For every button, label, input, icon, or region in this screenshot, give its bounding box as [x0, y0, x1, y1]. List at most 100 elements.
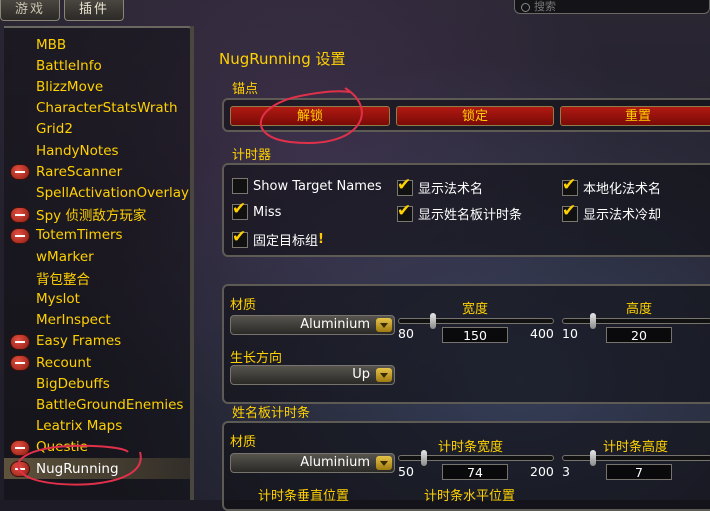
warning-icon: ! [318, 232, 324, 247]
texture2-dropdown[interactable]: Aluminium [230, 453, 395, 473]
lock-button[interactable]: 锁定 [396, 106, 554, 126]
sidebar-item[interactable]: BlizzMove [4, 76, 190, 97]
checkbox-label: 显示法术冷却 [583, 208, 662, 223]
checkbox-box[interactable] [232, 178, 248, 194]
checkbox-label: Show Target Names [253, 178, 382, 194]
tab-game[interactable]: 游戏 [0, 0, 61, 21]
checkbox-nameplate-timers[interactable]: 显示姓名板计时条 [397, 201, 522, 223]
nameplate-label: 姓名板计时条 [232, 406, 311, 421]
sidebar-item-label: BattleInfo [36, 57, 102, 74]
width-label: 宽度 [462, 302, 489, 317]
chevron-down-icon[interactable] [376, 368, 392, 382]
sidebar-item[interactable]: NugRunning [4, 458, 190, 479]
addon-list: MBB BattleInfo BlizzMove CharacterStatsWrat… [4, 26, 194, 500]
texture-value: Aluminium [300, 317, 370, 332]
sidebar-item-label: MBB [36, 36, 67, 53]
sidebar-item-label: Myslot [36, 290, 80, 307]
bar-width-slider[interactable] [398, 450, 554, 466]
minus-icon[interactable] [10, 355, 30, 371]
sidebar-item[interactable]: HandyNotes [4, 140, 190, 161]
checkbox-label: 本地化法术名 [583, 182, 662, 197]
sidebar-item[interactable]: Questie [4, 437, 190, 458]
growth-label: 生长方向 [230, 351, 283, 366]
sidebar-item-label: CharacterStatsWrath [36, 100, 178, 117]
sidebar-item[interactable]: wMarker [4, 246, 190, 267]
sidebar-item-label: Spy 侦测敌方玩家 [36, 208, 147, 225]
checkbox-box[interactable] [397, 175, 413, 196]
sidebar-item-label: BlizzMove [36, 78, 104, 95]
height-slider[interactable] [562, 313, 710, 329]
addon-list-scrollbar[interactable] [190, 26, 194, 500]
sidebar-item-label: BattleGroundEnemies [36, 396, 184, 413]
checkbox-box[interactable] [562, 175, 578, 196]
minus-icon[interactable] [10, 227, 30, 244]
anchor-label: 锚点 [232, 82, 259, 97]
width-slider[interactable] [398, 313, 554, 329]
checkbox-fixed-target-group[interactable]: 固定目标组! [232, 227, 324, 249]
sidebar-item[interactable]: 背包整合 [4, 267, 190, 288]
height-slider-thumb[interactable] [589, 313, 596, 329]
checkbox-miss[interactable]: Miss [232, 199, 281, 220]
checkbox-box[interactable] [397, 201, 413, 222]
minus-icon[interactable] [10, 461, 30, 477]
sidebar-item[interactable]: SpellActivationOverlay [4, 182, 190, 203]
growth-value: Up [352, 367, 370, 382]
chevron-down-icon[interactable] [376, 456, 392, 470]
bar-width-max: 200 [530, 464, 554, 479]
unlock-button[interactable]: 解锁 [230, 106, 390, 126]
texture-dropdown[interactable]: Aluminium [230, 315, 395, 335]
minus-icon[interactable] [10, 206, 30, 223]
width-input[interactable]: 150 [442, 327, 508, 343]
checkbox-localized-spell-name[interactable]: 本地化法术名 [562, 175, 662, 197]
sidebar-item[interactable]: MBB [4, 34, 190, 55]
checkbox-show-target-names[interactable]: Show Target Names [232, 178, 382, 194]
sidebar-item[interactable]: Recount [4, 352, 190, 373]
sidebar-item[interactable]: Easy Frames [4, 331, 190, 352]
minus-icon[interactable] [10, 333, 30, 350]
minus-icon[interactable] [10, 164, 30, 181]
sidebar-item[interactable]: Leatrix Maps [4, 416, 190, 437]
sidebar-item-label: SpellActivationOverlay [36, 184, 190, 201]
checkbox-spell-cooldown[interactable]: 显示法术冷却 [562, 201, 662, 223]
checkbox-box[interactable] [562, 201, 578, 222]
sidebar-item[interactable]: CharacterStatsWrath [4, 98, 190, 119]
sidebar-item[interactable]: Myslot [4, 288, 190, 309]
sidebar-item-label: Leatrix Maps [36, 418, 123, 435]
checkbox-show-spell-name[interactable]: 显示法术名 [397, 175, 483, 197]
sidebar-item[interactable]: BigDebuffs [4, 373, 190, 394]
settings-panel: NugRunning 设置 锚点 解锁 锁定 重置 计时器 Show Targe… [198, 26, 710, 511]
sidebar-item[interactable]: Spy 侦测敌方玩家 [4, 204, 190, 225]
sidebar-item-label: Recount [36, 354, 92, 371]
bar-width-slider-thumb[interactable] [420, 450, 427, 466]
sidebar-item[interactable]: MerInspect [4, 310, 190, 331]
height-input[interactable]: 20 [606, 327, 672, 343]
sidebar-item-label: HandyNotes [36, 142, 119, 159]
sidebar-item-label: wMarker [36, 248, 94, 265]
sidebar-item-label: Grid2 [36, 121, 73, 138]
width-min: 80 [398, 326, 414, 341]
bar-height-input[interactable]: 7 [606, 464, 672, 480]
search-input[interactable]: 搜索 [514, 0, 710, 14]
bar-height-slider-thumb[interactable] [589, 450, 596, 466]
sidebar-item-label: Easy Frames [36, 333, 122, 350]
sidebar-item[interactable]: Grid2 [4, 119, 190, 140]
vertical-position-label: 计时条垂直位置 [258, 489, 350, 504]
sidebar-item[interactable]: BattleGroundEnemies [4, 394, 190, 415]
minus-icon[interactable] [10, 439, 30, 456]
checkbox-box[interactable] [232, 199, 248, 220]
checkbox-box[interactable] [232, 227, 248, 248]
sidebar-item-label: RareScanner [36, 163, 123, 180]
chevron-down-icon[interactable] [376, 318, 392, 332]
sidebar-item[interactable]: TotemTimers [4, 225, 190, 246]
bar-height-slider[interactable] [562, 450, 710, 466]
bar-width-input[interactable]: 74 [442, 464, 508, 480]
bar-width-label: 计时条宽度 [438, 440, 504, 455]
sidebar-item[interactable]: RareScanner [4, 161, 190, 182]
tab-addons[interactable]: 插件 [64, 0, 125, 21]
sidebar-item[interactable]: BattleInfo [4, 55, 190, 76]
reset-button[interactable]: 重置 [560, 106, 710, 126]
bar-height-label: 计时条高度 [603, 440, 669, 455]
width-slider-thumb[interactable] [429, 313, 436, 329]
growth-dropdown[interactable]: Up [230, 365, 395, 385]
checkbox-label: 固定目标组 [253, 234, 319, 249]
